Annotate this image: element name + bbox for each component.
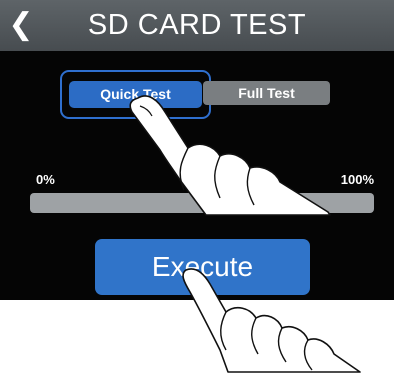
pointing-hand-icon xyxy=(182,268,361,373)
